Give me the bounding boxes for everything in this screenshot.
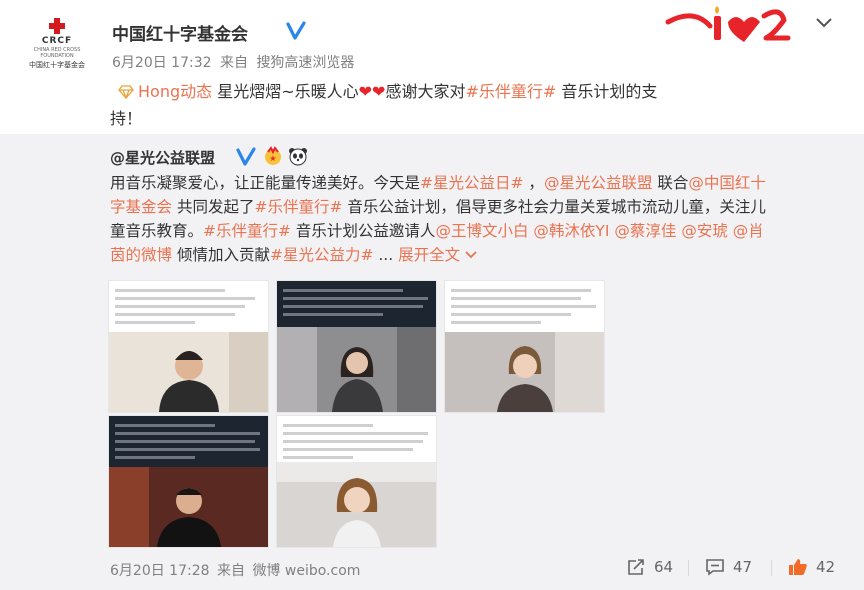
text-segment: 音乐计划公益邀请人 — [291, 222, 436, 240]
post-text-line-1: Hong动态 星光熠熠~乐暖人心❤❤感谢大家对#乐伴童行# 音乐计划的支 — [118, 78, 657, 102]
post-author-name[interactable]: 中国红十字基金会 — [112, 20, 248, 45]
crcf-logo[interactable]: CRCF CHINA RED CROSS FOUNDATION 中国红十字基金会 — [24, 14, 90, 76]
mention-link[interactable]: @中国红十 — [688, 174, 766, 192]
post-source-prefix: 来自 — [219, 55, 248, 71]
repost-icon — [628, 559, 644, 575]
person-photo — [109, 332, 268, 412]
mention-link[interactable]: @安琥 — [681, 222, 728, 240]
like-action[interactable]: 42 — [788, 558, 835, 576]
text-link[interactable]: 字基金会 — [110, 198, 172, 216]
topic-link[interactable]: #乐伴童行# — [203, 222, 291, 240]
hong-dynamic-tag[interactable]: Hong动态 — [138, 82, 212, 101]
repost-text-line: 用音乐凝聚爱心，让正能量传递美好。今天是#星光公益日# ，@星光公益联盟 联合@… — [110, 171, 842, 195]
comment-action[interactable]: 47 — [705, 558, 752, 576]
star-badge-icon: ★ — [265, 146, 281, 165]
repost-text: 用音乐凝聚爱心，让正能量传递美好。今天是#星光公益日# ，@星光公益联盟 联合@… — [110, 171, 842, 267]
video-thumbnail-1[interactable] — [108, 280, 269, 413]
person-photo — [277, 462, 436, 547]
mention-link[interactable]: @韩沐依YI — [533, 222, 609, 240]
mention-link[interactable]: @星光公益联盟 — [544, 174, 653, 192]
post-meta: 6月20日 17:32 来自 搜狗高速浏览器 — [112, 52, 358, 72]
post-text-line-2: 持！ — [110, 109, 143, 128]
text-segment: ， — [523, 174, 544, 192]
text-segment: 童音乐教育。 — [110, 222, 204, 240]
anniversary-decoration-icon — [665, 6, 791, 42]
comment-count: 47 — [733, 558, 753, 576]
like-icon — [789, 559, 807, 575]
video-thumbnail-5[interactable] — [276, 415, 437, 548]
repost-author-link[interactable]: @星光公益联盟 — [110, 147, 215, 168]
repost-meta: 6月20日 17:28 来自 微博 weibo.com — [110, 560, 363, 580]
person-photo — [277, 327, 436, 412]
text-link[interactable]: 展开全文 — [398, 246, 460, 264]
text-segment: ... — [373, 246, 399, 264]
repost-text-line: 茵的微博 倾情加入贡献#星光公益力# ... 展开全文 — [110, 243, 842, 267]
video-thumbnail-3[interactable] — [444, 280, 605, 413]
mention-link[interactable]: @肖 — [733, 222, 764, 240]
verified-icon — [286, 21, 306, 40]
divider — [688, 560, 689, 576]
mention-link[interactable]: @蔡淳佳 — [614, 222, 676, 240]
svg-text:★: ★ — [269, 154, 276, 163]
post-source: 搜狗高速浏览器 — [256, 55, 355, 71]
repost-text-line: 童音乐教育。#乐伴童行# 音乐计划公益邀请人@王博文小白 @韩沐依YI @蔡淳佳… — [110, 219, 842, 243]
person-photo — [445, 332, 604, 412]
verified-icon — [236, 147, 256, 166]
video-thumbnail-4[interactable] — [108, 415, 269, 548]
video-thumbnail-2[interactable] — [276, 280, 437, 413]
repost-source: 微博 weibo.com — [252, 563, 361, 579]
repost-action[interactable]: 64 — [626, 558, 673, 576]
diamond-icon — [118, 85, 134, 99]
topic-link[interactable]: #星光公益力# — [270, 246, 373, 264]
repost-text-line: 字基金会 共同发起了#乐伴童行# 音乐公益计划，倡导更多社会力量关爱城市流动儿童… — [110, 195, 842, 219]
weibo-post-card: CRCF CHINA RED CROSS FOUNDATION 中国红十字基金会… — [0, 0, 864, 590]
text-segment: 倾情加入贡献 — [172, 246, 270, 264]
repost-time[interactable]: 6月20日 17:28 — [110, 563, 210, 579]
text-segment: 用音乐凝聚爱心，让正能量传递美好。今天是 — [110, 174, 421, 192]
panda-icon — [289, 148, 307, 166]
person-photo — [109, 467, 268, 547]
heart-icon: ❤❤ — [358, 82, 386, 101]
text-segment: 音乐公益计划，倡导更多社会力量关爱城市流动儿童，关注儿 — [342, 198, 766, 216]
red-cross-icon — [49, 18, 65, 34]
comment-icon — [706, 559, 724, 576]
post-time[interactable]: 6月20日 17:32 — [112, 55, 212, 71]
like-count: 42 — [816, 558, 836, 576]
text-segment: 共同发起了 — [172, 198, 255, 216]
topic-link[interactable]: #乐伴童行# — [465, 82, 556, 101]
repost-count: 64 — [654, 558, 674, 576]
repost-source-prefix: 来自 — [216, 563, 245, 579]
topic-link[interactable]: #乐伴童行# — [254, 198, 342, 216]
mention-link[interactable]: @王博文小白 — [435, 222, 528, 240]
divider — [771, 560, 772, 576]
topic-link[interactable]: #星光公益日# — [420, 174, 523, 192]
chevron-down-icon[interactable] — [814, 16, 834, 30]
text-link[interactable]: 茵的微博 — [110, 246, 172, 264]
expand-chevron-icon[interactable] — [464, 250, 478, 260]
text-segment: 联合 — [652, 174, 689, 192]
